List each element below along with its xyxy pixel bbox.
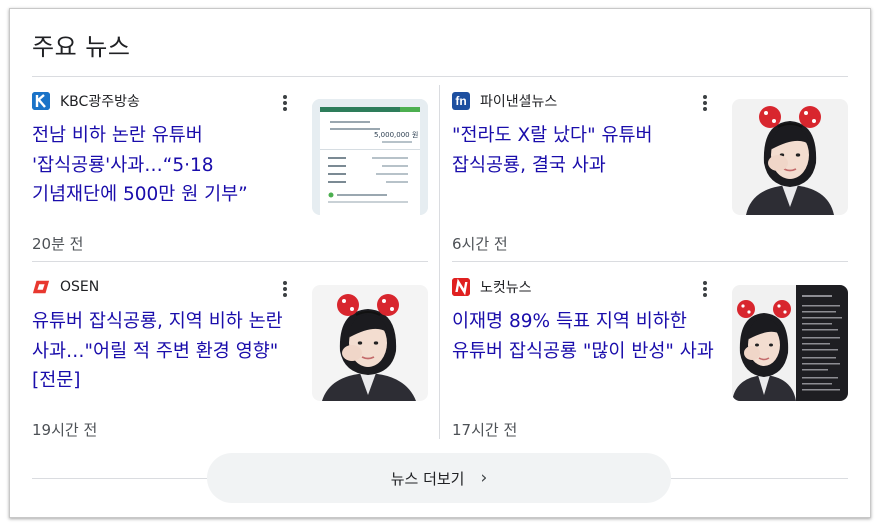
news-source[interactable]: fn 파이낸셜뉴스 [452, 91, 557, 111]
article-thumbnail[interactable] [732, 285, 848, 401]
timestamp: 17시간 전 [452, 421, 518, 439]
nocut-logo-icon [452, 278, 470, 296]
article-thumbnail[interactable] [732, 99, 848, 215]
section-title: 주요 뉴스 [32, 33, 131, 61]
more-news-button[interactable]: 뉴스 더보기 › [207, 453, 671, 503]
news-card[interactable]: 노컷뉴스 이재명 89% 득표 지역 비하한 유튜버 잡식공룡 "많이 반성" … [452, 273, 848, 453]
headline-link[interactable]: "전라도 X랄 났다" 유튜버 잡식공룡, 결국 사과 [452, 121, 722, 180]
article-thumbnail[interactable]: 5,000,000 원 [312, 99, 428, 215]
top-stories-panel: 주요 뉴스 KBC광주방송 전남 비하 논란 유튜버 '잡식공룡'사과…“5·1… [9, 8, 871, 518]
headline-link[interactable]: 이재명 89% 득표 지역 비하한 유튜버 잡식공룡 "많이 반성" 사과 [452, 307, 722, 366]
more-options-icon[interactable] [278, 93, 292, 113]
article-thumbnail[interactable] [312, 285, 428, 401]
source-name: 노컷뉴스 [480, 280, 532, 296]
more-options-icon[interactable] [698, 93, 712, 113]
news-card[interactable]: OSEN 유튜버 잡식공룡, 지역 비하 논란 사과…"어릴 적 주변 환경 영… [32, 273, 428, 453]
timestamp: 19시간 전 [32, 421, 98, 439]
fn-logo-icon: fn [452, 92, 470, 110]
more-options-icon[interactable] [278, 279, 292, 299]
news-card[interactable]: fn 파이낸셜뉴스 "전라도 X랄 났다" 유튜버 잡식공룡, 결국 사과 6시… [452, 87, 848, 267]
source-name: OSEN [60, 279, 100, 295]
source-name: KBC광주방송 [60, 94, 140, 110]
news-card[interactable]: KBC광주방송 전남 비하 논란 유튜버 '잡식공룡'사과…“5·18 기념재단… [32, 87, 428, 267]
headline-link[interactable]: 전남 비하 논란 유튜버 '잡식공룡'사과…“5·18 기념재단에 500만 원… [32, 121, 302, 210]
more-news-label: 뉴스 더보기 [390, 469, 465, 488]
more-options-icon[interactable] [698, 279, 712, 299]
footer-divider-right [671, 478, 848, 479]
column-divider [439, 85, 440, 439]
source-name: 파이낸셜뉴스 [480, 94, 558, 110]
news-source[interactable]: KBC광주방송 [32, 91, 140, 111]
headline-link[interactable]: 유튜버 잡식공룡, 지역 비하 논란 사과…"어릴 적 주변 환경 영향" [전… [32, 307, 302, 396]
news-source[interactable]: 노컷뉴스 [452, 277, 532, 297]
kbc-logo-icon [32, 92, 50, 110]
timestamp: 6시간 전 [452, 235, 508, 253]
chevron-right-icon: › [480, 468, 488, 488]
divider [32, 76, 848, 77]
news-source[interactable]: OSEN [32, 277, 99, 297]
footer-divider-left [32, 478, 207, 479]
osen-logo-icon [32, 278, 50, 296]
thumb-amount: 5,000,000 원 [374, 130, 418, 139]
timestamp: 20분 전 [32, 235, 84, 253]
